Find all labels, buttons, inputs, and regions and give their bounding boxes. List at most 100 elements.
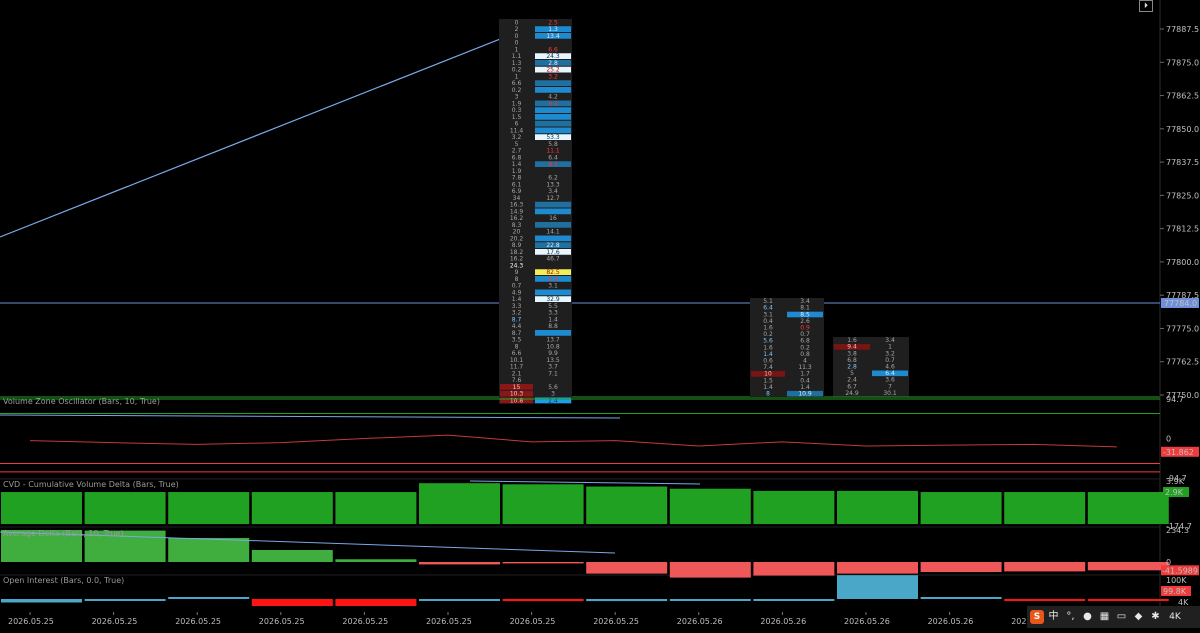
open-interest-bar[interactable]: [251, 599, 333, 606]
ask-cell: [535, 235, 571, 242]
chart-canvas[interactable]: 77887.5 77875.0 77862.5 77850.0 77837.5 77825…: [0, 0, 1200, 629]
average-delta-bar[interactable]: [837, 562, 918, 574]
open-interest-bar[interactable]: [586, 599, 668, 602]
date-label: 2026.05.26: [760, 617, 806, 626]
cvd-bar[interactable]: [1004, 492, 1086, 525]
microphone-icon[interactable]: ●: [1080, 606, 1095, 628]
cvd-bar[interactable]: [168, 492, 250, 525]
open-interest-bar[interactable]: [920, 597, 1002, 599]
price-axis-label: 77775.0: [1166, 324, 1199, 333]
open-interest-bar[interactable]: [669, 599, 751, 601]
ask-volume: 12.7: [546, 195, 560, 202]
footprint-footprint1[interactable]: 020011.11.30.216.60.231.90.31.5611.43.25…: [499, 19, 572, 404]
average-delta-bar[interactable]: [502, 562, 584, 564]
ask-cell: [535, 107, 571, 113]
cvd-bar[interactable]: [419, 483, 500, 525]
ask-cell: [535, 208, 571, 215]
average-delta-title: Average Delta (Bars, 10, True): [3, 529, 124, 538]
clipboard-icon[interactable]: ▭: [1114, 606, 1129, 628]
ask-volume: 10.9: [798, 391, 812, 398]
collapse-right-icon[interactable]: ⏵: [1139, 0, 1153, 12]
cvd-bar[interactable]: [335, 492, 417, 525]
vzo-current-value: -31.862: [1163, 448, 1194, 457]
average-delta-bar[interactable]: [419, 562, 500, 565]
open-interest-bar[interactable]: [1004, 599, 1086, 601]
vzo-title: Volume Zone Oscillator (Bars, 10, True): [3, 397, 160, 406]
cvd-bar[interactable]: [1087, 492, 1169, 525]
ask-cell: [535, 127, 571, 134]
average-delta-bar[interactable]: [251, 549, 333, 562]
vzo-axis-label: 94.7: [1166, 395, 1184, 404]
open-interest-axis-label: 100K: [1166, 576, 1187, 585]
open-interest-bar[interactable]: [502, 599, 584, 602]
cvd-bar[interactable]: [251, 492, 333, 525]
average-delta-bar[interactable]: [168, 537, 250, 562]
open-interest-bar[interactable]: [1, 599, 82, 603]
skin-icon[interactable]: ◆: [1131, 606, 1146, 628]
date-label: 2026.05.25: [8, 617, 54, 626]
date-label: 2026.05.25: [593, 617, 639, 626]
average-delta-bar[interactable]: [669, 562, 751, 578]
price-axis-label: 77762.5: [1166, 358, 1199, 367]
open-interest-bar[interactable]: [84, 599, 166, 601]
cvd-bar[interactable]: [502, 484, 584, 525]
date-label: 2026.05.25: [175, 617, 221, 626]
ask-cell: [535, 80, 571, 86]
cvd-bar[interactable]: [586, 486, 668, 525]
average-delta-current-value: -41.5989: [1162, 566, 1198, 575]
ask-cell: [535, 222, 571, 228]
average-delta-bar[interactable]: [753, 562, 835, 576]
bid-volume: 10.8: [510, 397, 524, 404]
bid-volume: 8: [766, 391, 770, 398]
price-axis-label: 77850.0: [1166, 125, 1199, 134]
ask-volume: 9.4: [548, 100, 558, 107]
ask-volume: 13.4: [546, 33, 560, 40]
ask-volume: 2.4: [548, 397, 558, 404]
chart-window[interactable]: 77887.5 77875.0 77862.5 77850.0 77837.5 77825…: [0, 0, 1200, 629]
price-axis-label: 77887.5: [1166, 25, 1199, 34]
average-delta-bar[interactable]: [335, 559, 417, 562]
open-interest-title: Open Interest (Bars, 0.0, True): [3, 576, 124, 585]
date-label: 2026.05.26: [928, 617, 974, 626]
open-interest-bar[interactable]: [837, 575, 918, 599]
settings-icon[interactable]: ✱: [1148, 606, 1163, 628]
open-interest-bar[interactable]: [1087, 599, 1169, 601]
footprint-footprint2[interactable]: 5.16.43.10.41.60.25.61.61.40.67.4101.51.…: [750, 298, 824, 398]
open-interest-current-value: 99.8K: [1163, 587, 1187, 596]
date-label: 2026.05.25: [259, 617, 305, 626]
keyboard-icon[interactable]: ▦: [1097, 606, 1112, 628]
cvd-bar[interactable]: [84, 492, 166, 525]
punctuation-icon[interactable]: °,: [1063, 606, 1078, 628]
date-label: 2026.05.25: [510, 617, 556, 626]
open-interest-bar[interactable]: [753, 599, 835, 601]
footprint-footprint3[interactable]: 1.69.43.86.82.852.46.724.93.413.20.74.66…: [833, 337, 909, 397]
average-delta-bar[interactable]: [1004, 562, 1086, 572]
open-interest-bar[interactable]: [335, 599, 417, 606]
chinese-input-icon[interactable]: 中: [1046, 606, 1061, 628]
average-delta-bar[interactable]: [920, 562, 1002, 572]
cvd-bar[interactable]: [1, 492, 82, 525]
ask-cell: [535, 201, 571, 208]
ask-cell: [535, 87, 571, 93]
open-interest-bar[interactable]: [419, 599, 500, 601]
cvd-bar[interactable]: [669, 488, 751, 525]
cvd-current-value: 2.9K: [1165, 488, 1184, 497]
app-logo-icon[interactable]: S: [1030, 610, 1044, 624]
date-label: 2026.05.25: [426, 617, 472, 626]
cvd-bar[interactable]: [753, 490, 835, 525]
open-interest-bar[interactable]: [168, 597, 250, 599]
cvd-bar[interactable]: [920, 492, 1002, 525]
cvd-axis-label: 3.9K: [1166, 477, 1185, 486]
price-axis-label: 77862.5: [1166, 92, 1199, 101]
price-axis-label: 77875.0: [1166, 58, 1199, 67]
ask-volume: 16: [549, 215, 557, 222]
average-delta-bar[interactable]: [586, 562, 668, 574]
ask-volume: 14.1: [546, 229, 560, 236]
ask-volume: 30.1: [883, 390, 897, 397]
cvd-bar[interactable]: [837, 490, 918, 525]
ask-cell: [535, 120, 571, 127]
bid-volume: 24.9: [845, 390, 859, 397]
ask-cell: [535, 330, 571, 336]
vzo-axis-label: 0: [1166, 435, 1171, 444]
average-delta-bar[interactable]: [1087, 562, 1169, 571]
